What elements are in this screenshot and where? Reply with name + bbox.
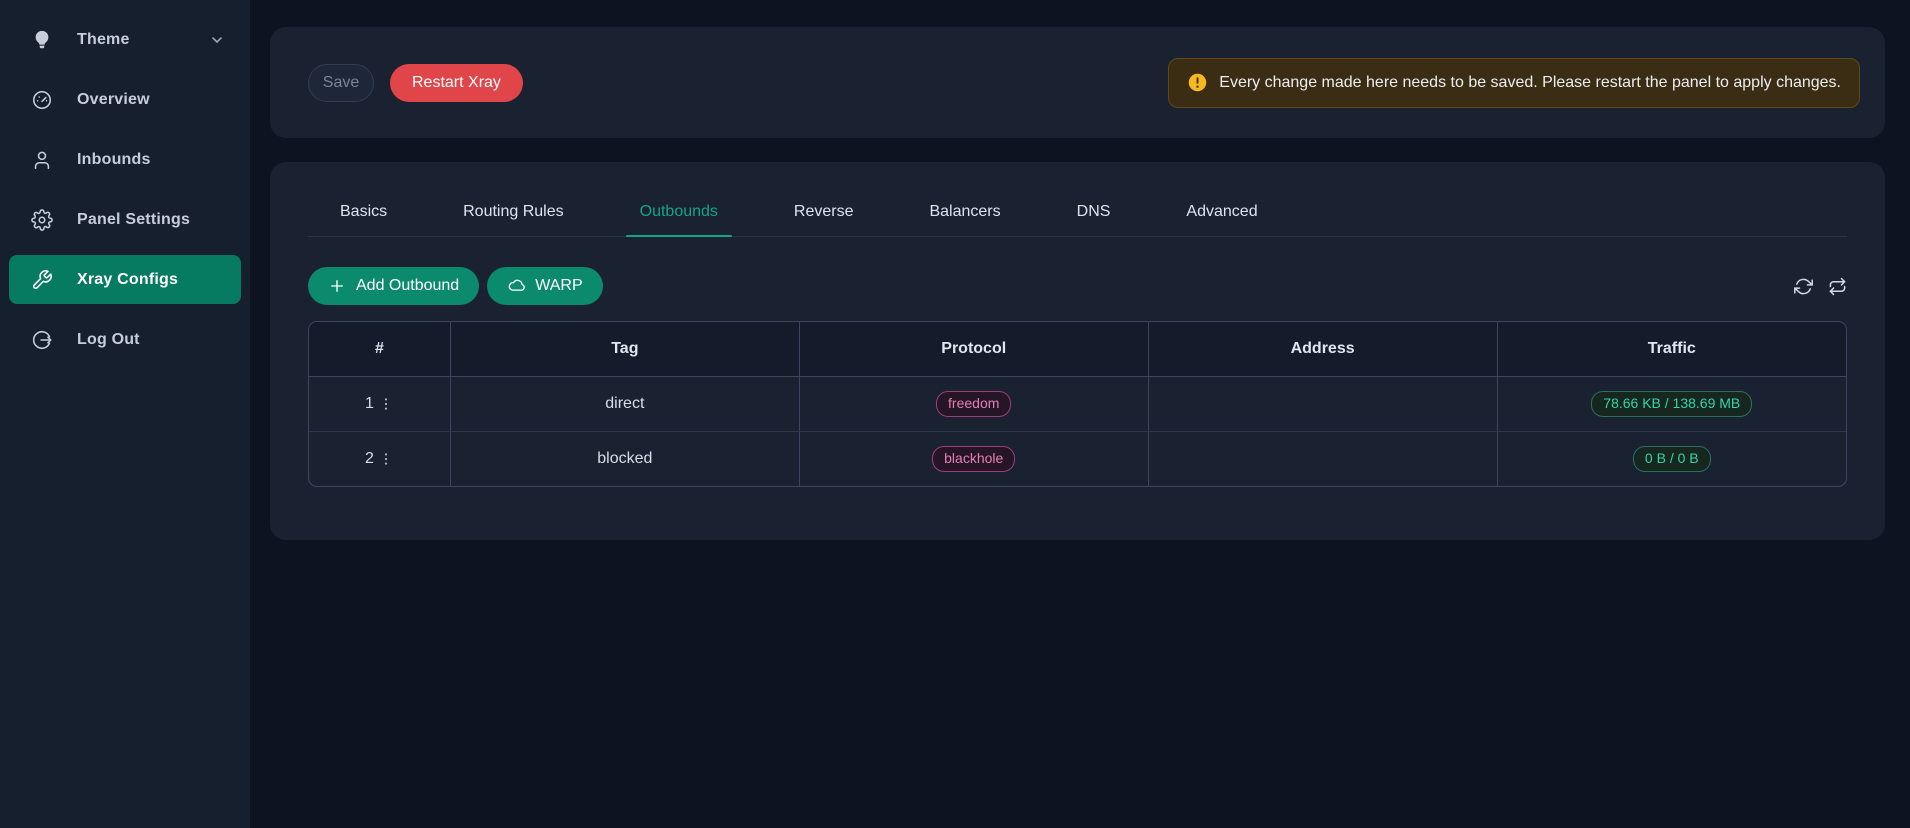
wrench-icon [31,269,53,291]
sidebar-item-theme[interactable]: Theme [9,15,241,64]
warp-button[interactable]: WARP [487,267,602,305]
exclamation-circle-icon [1187,72,1208,93]
sidebar: Theme Overview Inbounds [0,0,250,828]
row-index: 2 [365,450,374,468]
alert-message: Every change made here needs to be saved… [1219,74,1841,92]
row-tag: blocked [450,431,799,486]
xray-config-card: Basics Routing Rules Outbounds Reverse B… [270,162,1885,540]
dashboard-icon [31,89,53,111]
config-tabs: Basics Routing Rules Outbounds Reverse B… [308,162,1847,237]
row-menu-icon[interactable] [378,395,394,413]
cloud-icon [507,277,525,295]
lightbulb-icon [31,29,53,51]
col-header-traffic: Traffic [1497,322,1846,376]
sidebar-item-label: Log Out [77,331,140,349]
refresh-icon[interactable] [1794,277,1813,296]
table-tools [1794,277,1847,296]
unsaved-changes-alert: Every change made here needs to be saved… [1168,58,1860,108]
sidebar-item-overview[interactable]: Overview [9,75,241,124]
action-bar: Save Restart Xray Every change made here… [270,27,1885,138]
row-address [1148,431,1497,486]
sidebar-item-label: Panel Settings [77,211,190,229]
col-header-protocol: Protocol [799,322,1148,376]
row-index: 1 [365,395,374,413]
add-outbound-button[interactable]: Add Outbound [308,267,479,305]
col-header-index: # [309,322,450,376]
tab-dns[interactable]: DNS [1063,186,1125,236]
tab-routing-rules[interactable]: Routing Rules [449,186,578,236]
traffic-badge: 78.66 KB / 138.69 MB [1591,391,1752,417]
tab-advanced[interactable]: Advanced [1172,186,1271,236]
tab-basics[interactable]: Basics [326,186,401,236]
sidebar-item-inbounds[interactable]: Inbounds [9,135,241,184]
col-header-address: Address [1148,322,1497,376]
outbounds-table: # Tag Protocol Address Traffic 1 [308,321,1847,487]
col-header-tag: Tag [450,322,799,376]
row-address [1148,376,1497,431]
sidebar-item-label: Inbounds [77,151,151,169]
table-row: 2 blocked blackhole 0 B / 0 B [309,431,1846,486]
row-menu-icon[interactable] [378,450,394,468]
table-header-row: # Tag Protocol Address Traffic [309,322,1846,376]
tab-outbounds[interactable]: Outbounds [626,186,732,236]
sidebar-item-label: Xray Configs [77,271,178,289]
sidebar-item-xray-configs[interactable]: Xray Configs [9,255,241,304]
plus-icon [328,277,346,295]
logout-icon [31,329,53,351]
add-outbound-label: Add Outbound [356,277,459,295]
traffic-badge: 0 B / 0 B [1633,446,1711,472]
outbounds-toolbar: Add Outbound WARP [308,267,1847,305]
restart-xray-button[interactable]: Restart Xray [390,64,523,102]
table-row: 1 direct freedom 78.66 KB / 13 [309,376,1846,431]
main-content: Save Restart Xray Every change made here… [250,0,1910,828]
save-button[interactable]: Save [308,64,374,102]
warp-label: WARP [535,277,582,295]
sidebar-item-label: Theme [77,31,130,49]
sidebar-item-log-out[interactable]: Log Out [9,315,241,364]
protocol-badge: blackhole [932,446,1015,472]
repeat-icon[interactable] [1828,277,1847,296]
row-tag: direct [450,376,799,431]
sidebar-item-panel-settings[interactable]: Panel Settings [9,195,241,244]
protocol-badge: freedom [936,391,1011,417]
tab-balancers[interactable]: Balancers [915,186,1014,236]
tab-reverse[interactable]: Reverse [780,186,868,236]
user-icon [31,149,53,171]
gear-icon [31,209,53,231]
chevron-down-icon [209,32,225,48]
sidebar-item-label: Overview [77,91,150,109]
